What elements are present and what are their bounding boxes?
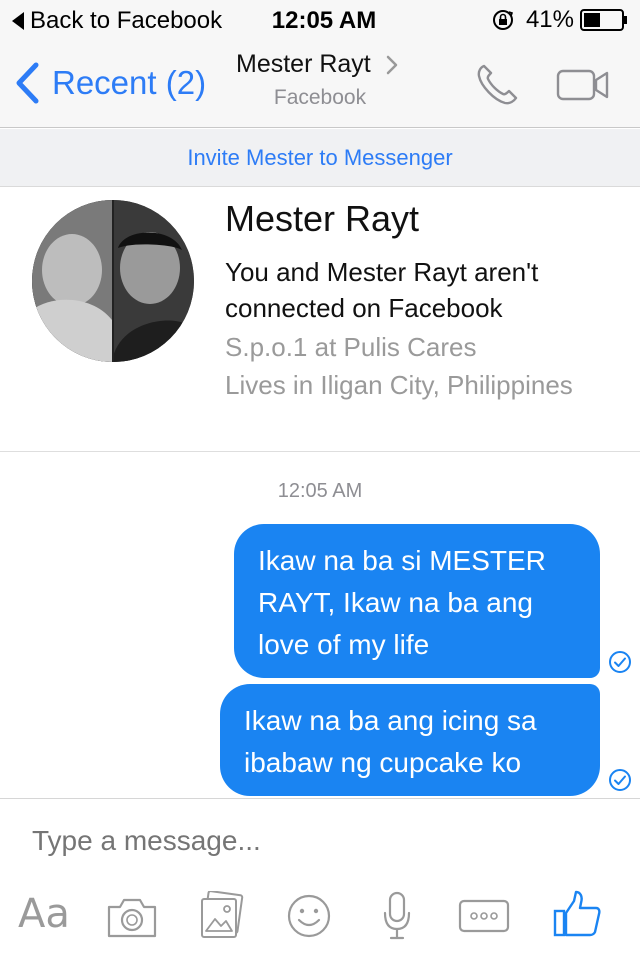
message-line: RAYT, Ikaw na ba ang [258,587,533,618]
recent-back-button[interactable]: Recent (2) [14,62,206,104]
chevron-left-icon [16,62,39,104]
invite-to-messenger-link[interactable]: Invite Mester to Messenger [0,129,640,187]
conversation-subtitle: Facebook [273,86,367,109]
emoji-icon[interactable] [286,893,332,939]
composer: Aa [0,798,640,960]
conversation-title-text: Mester Rayt [236,50,371,78]
phone-icon[interactable] [474,62,520,108]
conversation-title[interactable]: Mester Rayt [236,50,399,79]
chevron-right-icon [386,55,398,74]
status-right: 41% [492,6,628,34]
status-bar: Back to Facebook 12:05 AM 41% [0,0,640,40]
connection-line-2: connected on Facebook [225,293,503,323]
recent-back-label: Recent (2) [52,64,207,101]
navigation-bar: Recent (2) Mester Rayt Facebook [0,40,640,128]
profile-work: S.p.o.1 at Pulis Cares [225,332,477,362]
message-line: ibabaw ng cupcake ko [244,747,522,778]
message-input[interactable] [32,825,592,857]
message-line: Ikaw na ba si MESTER [258,545,546,576]
message-timestamp: 12:05 AM [277,480,363,502]
battery-icon [580,9,627,31]
video-camera-icon[interactable] [556,68,610,102]
gallery-icon[interactable] [198,891,244,939]
message-bubble[interactable]: Ikaw na ba ang icing sa ibabaw ng cupcak… [220,684,600,796]
avatar-photo [32,200,194,362]
message-bubble[interactable]: Ikaw na ba si MESTER RAYT, Ikaw na ba an… [234,524,600,678]
connection-status: You and Mester Rayt aren't connected on … [225,254,625,326]
profile-location: Lives in Iligan City, Philippines [225,370,573,400]
profile-name: Mester Rayt [225,198,420,239]
message-line: love of my life [258,629,430,660]
read-check-icon [609,769,631,791]
text-format-button[interactable]: Aa [18,891,70,943]
battery-percent: 41% [525,6,574,33]
camera-icon[interactable] [106,895,158,939]
more-icon[interactable] [458,899,510,933]
message-line: Ikaw na ba ang icing sa [244,705,537,736]
orientation-lock-icon [492,10,513,30]
profile-card: Mester Rayt You and Mester Rayt aren't c… [0,188,640,452]
avatar[interactable] [32,200,194,362]
like-thumb-icon[interactable] [552,889,602,939]
microphone-icon[interactable] [382,891,412,941]
connection-line-1: You and Mester Rayt aren't [225,257,539,287]
read-check-icon [609,651,631,673]
